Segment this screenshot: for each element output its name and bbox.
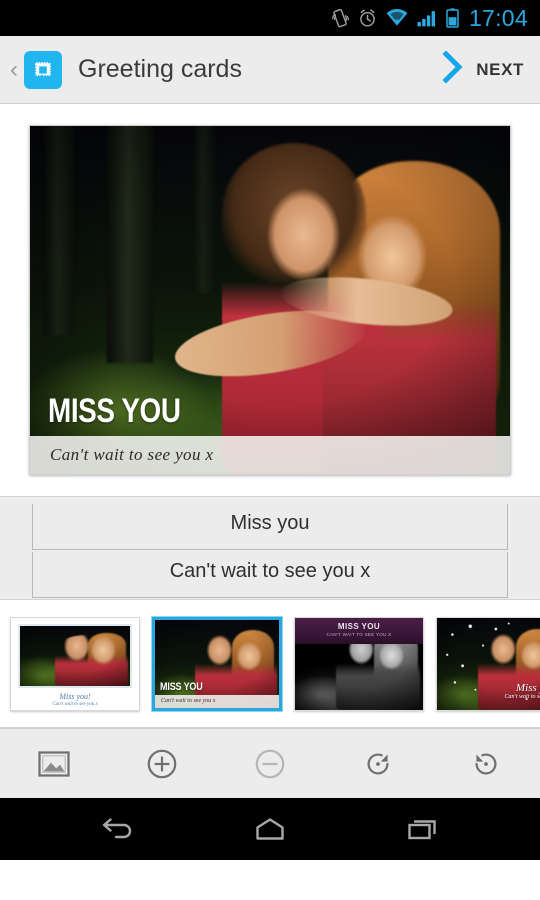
rotate-right-button[interactable] bbox=[324, 729, 432, 798]
image-icon bbox=[34, 744, 74, 784]
status-clock: 17:04 bbox=[468, 4, 528, 31]
thumbnail-caption: Miss you! Can't wait to see you x bbox=[505, 682, 540, 702]
zoom-out-button[interactable] bbox=[216, 729, 324, 798]
minus-circle-icon bbox=[250, 744, 290, 784]
card-preview-area: MISS YOU Can't wait to see you x bbox=[0, 104, 540, 496]
stamp-icon[interactable] bbox=[24, 50, 62, 89]
next-label: NEXT bbox=[476, 59, 524, 79]
recents-icon bbox=[402, 814, 444, 844]
thumbnail-headline: MISS YOU bbox=[337, 622, 381, 632]
thumbnail-header-band: MISS YOU CAN'T WAIT TO SEE YOU X bbox=[295, 617, 423, 644]
card-subtitle-bar: Can't wait to see you x bbox=[30, 436, 510, 474]
thumbnail-headline: Miss you! bbox=[59, 691, 91, 701]
card-subtitle-text: Can't wait to see you x bbox=[50, 445, 214, 464]
card-canvas[interactable]: MISS YOU Can't wait to see you x bbox=[29, 125, 511, 475]
up-navigation-button[interactable]: ‹ bbox=[10, 57, 22, 82]
thumbnail-subtitle: Can't wait to see you x bbox=[52, 701, 98, 707]
text-fields-panel bbox=[0, 496, 540, 600]
thumbnail-caption: Miss you! Can't wait to see you x bbox=[11, 691, 139, 708]
rotate-cw-icon bbox=[358, 744, 398, 784]
choose-photo-button[interactable] bbox=[0, 729, 108, 798]
thumbnail-subtitle: CAN'T WAIT TO SEE YOU X bbox=[326, 631, 392, 637]
app-header: ‹ Greeting cards NEXT bbox=[0, 36, 540, 104]
vibrate-icon bbox=[331, 8, 349, 28]
page-title: Greeting cards bbox=[78, 55, 242, 83]
status-icon-group bbox=[331, 8, 459, 28]
back-arrow-icon bbox=[96, 814, 138, 844]
alarm-icon bbox=[358, 8, 377, 28]
nav-back-button[interactable] bbox=[82, 798, 152, 860]
thumbnail-headline: MISS YOU bbox=[160, 680, 203, 693]
template-sparkle[interactable]: Miss you! Can't wait to see you x bbox=[436, 616, 540, 711]
template-purple-mono[interactable]: MISS YOU CAN'T WAIT TO SEE YOU X bbox=[294, 616, 424, 711]
message-input[interactable] bbox=[33, 560, 507, 589]
system-navigation-bar bbox=[0, 798, 540, 860]
next-button[interactable]: NEXT bbox=[440, 50, 526, 89]
nav-recents-button[interactable] bbox=[388, 798, 458, 860]
battery-icon bbox=[446, 8, 459, 28]
signal-icon bbox=[417, 9, 437, 27]
rotate-ccw-icon bbox=[466, 744, 506, 784]
headline-input[interactable] bbox=[33, 512, 507, 541]
nav-home-button[interactable] bbox=[235, 798, 305, 860]
plus-circle-icon bbox=[142, 744, 182, 784]
app-root: 17:04 ‹ Greeting cards NEXT MISS YOU Can… bbox=[0, 0, 540, 900]
editor-toolbar bbox=[0, 728, 540, 798]
chevron-right-icon bbox=[440, 50, 466, 89]
template-miss-you-bar[interactable]: MISS YOU Can't wait to see you x bbox=[152, 616, 282, 711]
template-white-frame[interactable]: Miss you! Can't wait to see you x bbox=[10, 616, 140, 711]
thumbnail-subtitle: Can't wait to see you x bbox=[504, 693, 540, 700]
status-bar: 17:04 bbox=[0, 0, 540, 36]
thumbnail-vignette bbox=[20, 625, 130, 686]
thumbnail-headline: Miss you! bbox=[515, 681, 540, 694]
thumbnail-subtitle: Can't wait to see you x bbox=[161, 698, 216, 704]
zoom-in-button[interactable] bbox=[108, 729, 216, 798]
headline-field[interactable] bbox=[32, 504, 508, 550]
message-field[interactable] bbox=[32, 552, 508, 598]
wifi-icon bbox=[386, 9, 408, 27]
template-thumbnail-strip[interactable]: Miss you! Can't wait to see you x MISS Y… bbox=[0, 600, 540, 728]
thumbnail-photo bbox=[18, 623, 132, 688]
rotate-left-button[interactable] bbox=[432, 729, 540, 798]
card-headline-text: MISS YOU bbox=[48, 392, 181, 430]
home-icon bbox=[249, 814, 291, 844]
thumbnail-subtitle-bar: Can't wait to see you x bbox=[155, 694, 279, 708]
